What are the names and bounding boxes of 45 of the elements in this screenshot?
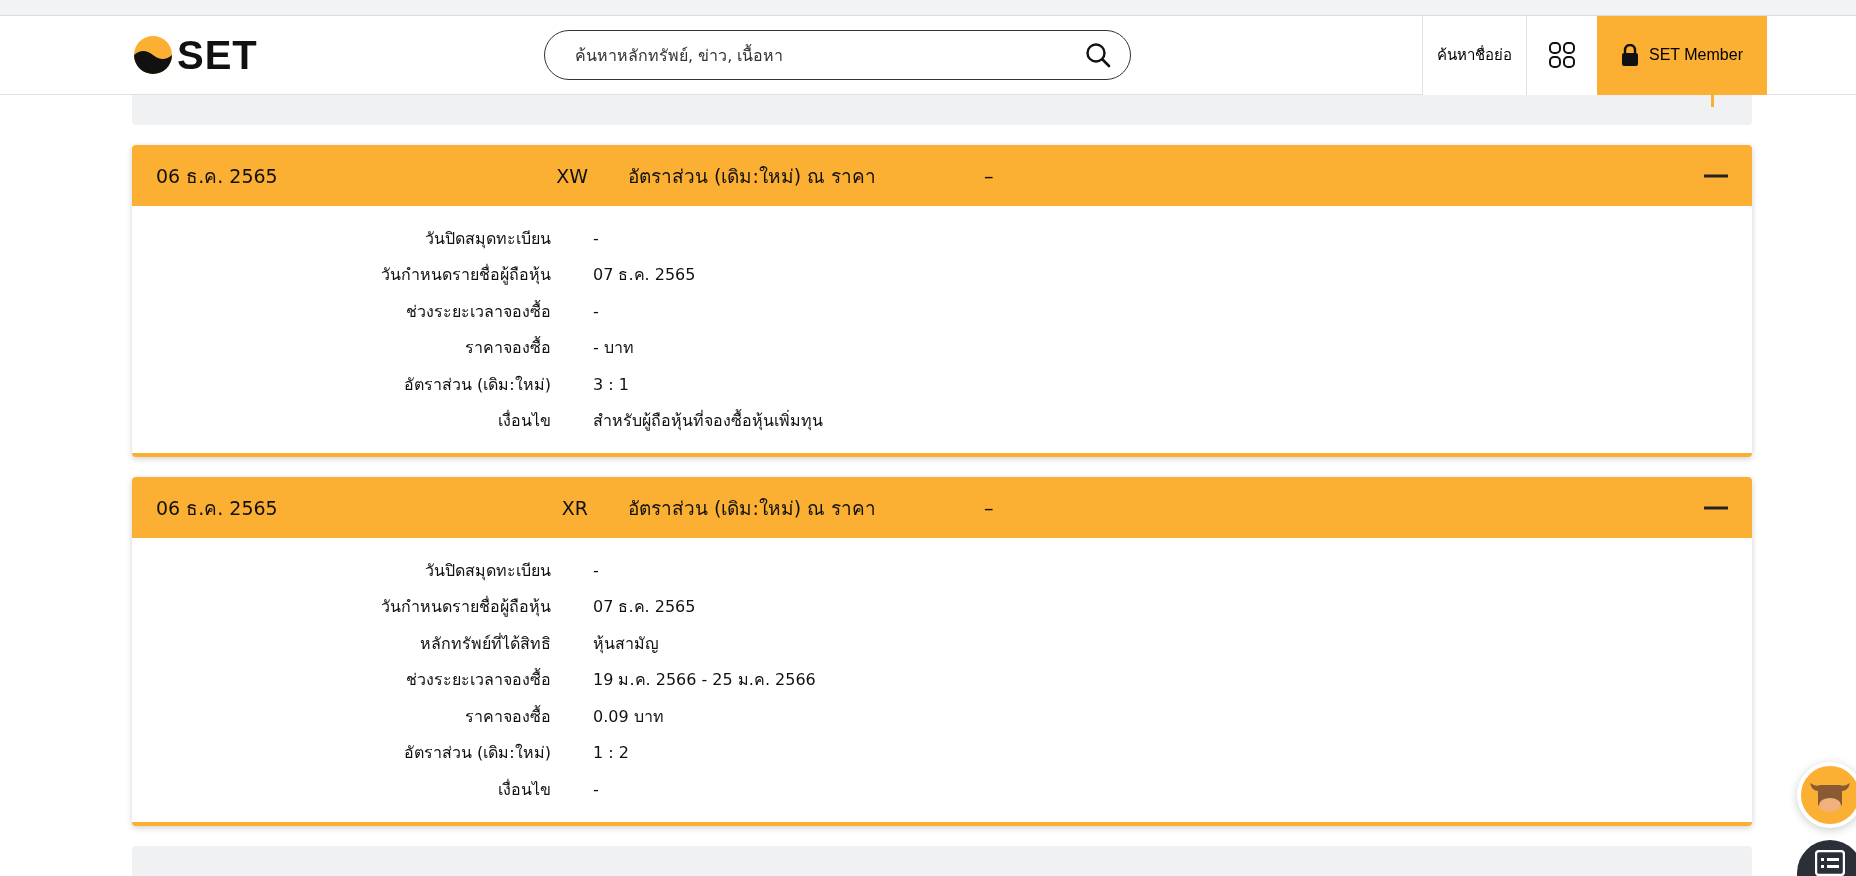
detail-label: ช่วงระยะเวลาจองซื้อ [405, 667, 551, 692]
event-date: 06 ธ.ค. 2565 [156, 163, 279, 189]
event-code: XW [555, 164, 588, 187]
detail-label: อัตราส่วน (เดิม:ใหม่) [403, 373, 551, 396]
event-title: อัตราส่วน (เดิม:ใหม่) ณ ราคา [628, 495, 878, 521]
event-header[interactable]: 06 ธ.ค. 2565 XR อัตราส่วน (เดิม:ใหม่) ณ ราคา – [132, 477, 1752, 538]
grid-icon [1548, 41, 1576, 69]
search-field[interactable]: ค้นหาหลักทรัพย์, ข่าว, เนื้อหา [544, 30, 1131, 80]
member-button[interactable]: SET Member [1597, 15, 1767, 95]
detail-label: วันปิดสมุดทะเบียน [424, 559, 551, 583]
detail-value: 07 ธ.ค. 2565 [593, 596, 696, 619]
symbol-search-button[interactable]: ค้นหาชื่อย่อ [1422, 15, 1527, 95]
event-header[interactable]: 06 ธ.ค. 2565 XW อัตราส่วน (เดิม:ใหม่) ณ ราคา – [132, 145, 1752, 206]
lock-icon [1621, 44, 1639, 66]
detail-label: ช่วงระยะเวลาจองซื้อ [405, 299, 551, 323]
detail-value: สำหรับผู้ถือหุ้นที่จองซื้อหุ้นเพิ่มทุน [593, 408, 823, 433]
detail-value: - บาท [593, 337, 634, 360]
detail-label: ราคาจองซื้อ [464, 704, 551, 728]
detail-label: วันกำหนดรายชื่อผู้ถือหุ้น [380, 595, 551, 619]
detail-value: หุ้นสามัญ [593, 632, 659, 656]
event-title: อัตราส่วน (เดิม:ใหม่) ณ ราคา [628, 163, 878, 189]
event-value: – [984, 164, 995, 187]
list-icon [1815, 850, 1845, 876]
detail-value: 07 ธ.ค. 2565 [593, 264, 696, 287]
detail-value: 1 : 2 [593, 743, 629, 763]
detail-value: - [593, 560, 599, 580]
detail-label: หลักทรัพย์ที่ได้สิทธิ [419, 632, 551, 655]
detail-value: 0.09 บาท [593, 705, 664, 728]
search-icon [1085, 42, 1111, 68]
detail-label: วันปิดสมุดทะเบียน [424, 227, 551, 251]
event-date: 06 ธ.ค. 2565 [156, 495, 279, 521]
detail-value: 19 ม.ค. 2566 - 25 ม.ค. 2566 [593, 669, 816, 692]
detail-label: ราคาจองซื้อ [464, 335, 551, 360]
detail-label: อัตราส่วน (เดิม:ใหม่) [403, 742, 551, 765]
logo[interactable]: SET [133, 32, 544, 78]
logo-icon [133, 35, 173, 75]
detail-value: 3 : 1 [593, 374, 629, 394]
detail-label: เงื่อนไข [497, 409, 551, 433]
detail-label: วันกำหนดรายชื่อผู้ถือหุ้น [380, 263, 551, 287]
detail-value: - [593, 301, 599, 321]
event-value: – [984, 496, 995, 519]
detail-label: เงื่อนไข [497, 778, 551, 801]
detail-value: - [593, 228, 599, 248]
detail-value: - [593, 779, 599, 799]
event-code: XR [560, 496, 588, 519]
